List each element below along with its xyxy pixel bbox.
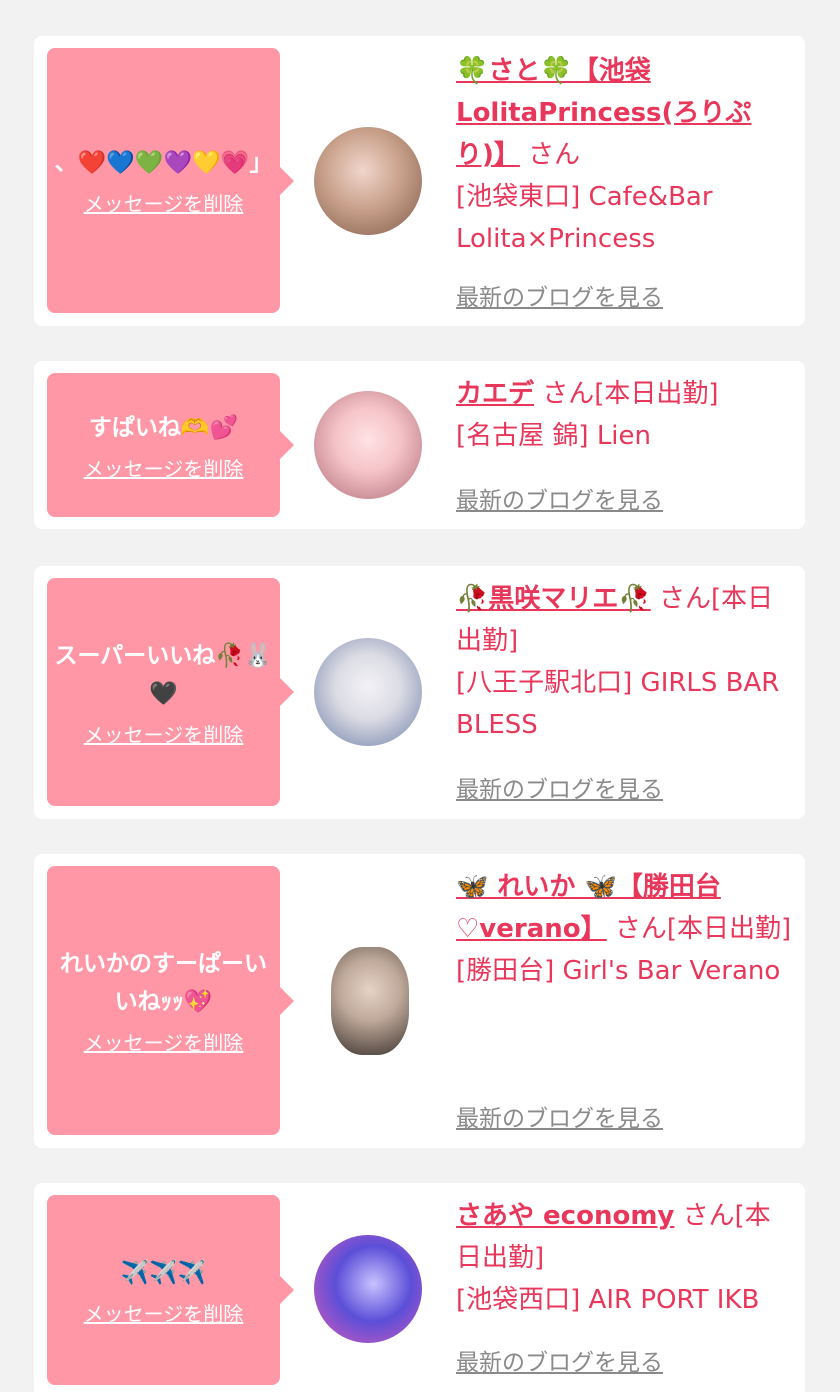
avatar[interactable] [314,638,422,746]
message-bubble: スーパーいいね🥀🐰🖤 メッセージを削除 [47,578,294,806]
message-text: れいかのすーぱーいいねｯｯ💖 [60,951,267,1015]
message-text: すぱいね🫶💕 [88,414,239,441]
profile-info: さあや economy さん[本日出勤] [池袋西口] AIR PORT IKB [456,1195,796,1321]
message-card: 、❤️💙💚💜💛💗」 メッセージを削除 🍀さと🍀【池袋LolitaPrincess… [34,36,805,326]
delete-message-link[interactable]: メッセージを削除 [84,188,244,217]
latest-blog-link[interactable]: 最新のブログを見る [456,770,663,804]
shop-info: [名古屋 錦] Lien [456,421,652,451]
message-bubble: すぱいね🫶💕 メッセージを削除 [47,373,294,517]
shop-info: [勝田台] Girl's Bar Verano [456,956,781,986]
profile-info: 🍀さと🍀【池袋LolitaPrincess(ろりぷり)】 さん [池袋東口] C… [456,50,796,260]
profile-name-link[interactable]: 🥀黒咲マリエ🥀 [456,584,651,614]
message-card: れいかのすーぱーいいねｯｯ💖 メッセージを削除 🦋 れいか 🦋【勝田台♡vera… [34,854,805,1148]
profile-info: カエデ さん[本日出勤] [名古屋 錦] Lien [456,373,796,457]
avatar[interactable] [314,127,422,235]
latest-blog-link[interactable]: 最新のブログを見る [456,278,663,312]
delete-message-link[interactable]: メッセージを削除 [84,1298,244,1327]
shop-info: [八王子駅北口] GIRLS BAR BLESS [456,668,780,740]
message-text: スーパーいいね🥀🐰🖤 [54,642,273,707]
message-card: スーパーいいね🥀🐰🖤 メッセージを削除 🥀黒咲マリエ🥀 さん[本日出勤] [八王… [34,566,805,819]
avatar[interactable] [314,1235,422,1343]
latest-blog-link[interactable]: 最新のブログを見る [456,481,663,515]
latest-blog-link[interactable]: 最新のブログを見る [456,1099,663,1133]
avatar[interactable] [314,391,422,499]
avatar[interactable] [331,947,409,1055]
message-card: すぱいね🫶💕 メッセージを削除 カエデ さん[本日出勤] [名古屋 錦] Lie… [34,361,805,529]
latest-blog-link[interactable]: 最新のブログを見る [456,1343,663,1377]
message-bubble: れいかのすーぱーいいねｯｯ💖 メッセージを削除 [47,866,294,1135]
profile-info: 🦋 れいか 🦋【勝田台♡verano】 さん[本日出勤] [勝田台] Girl'… [456,866,796,992]
profile-name-link[interactable]: さあや economy [456,1201,674,1231]
message-list: 、❤️💙💚💜💛💗」 メッセージを削除 🍀さと🍀【池袋LolitaPrincess… [0,0,840,1392]
profile-info: 🥀黒咲マリエ🥀 さん[本日出勤] [八王子駅北口] GIRLS BAR BLES… [456,578,796,746]
shop-info: [池袋西口] AIR PORT IKB [456,1285,760,1315]
message-text: 、❤️💙💚💜💛💗」 [54,150,273,176]
name-suffix: さん[本日出勤] [614,914,792,944]
name-suffix: さん[本日出勤] [542,379,719,409]
delete-message-link[interactable]: メッセージを削除 [84,719,244,748]
delete-message-link[interactable]: メッセージを削除 [84,453,244,482]
profile-name-link[interactable]: カエデ [456,379,534,409]
message-bubble: 、❤️💙💚💜💛💗」 メッセージを削除 [47,48,294,313]
profile-name-link[interactable]: 🍀さと🍀【池袋LolitaPrincess(ろりぷり)】 [456,56,751,170]
message-card: ✈️✈️✈️ メッセージを削除 さあや economy さん[本日出勤] [池袋… [34,1183,805,1392]
delete-message-link[interactable]: メッセージを削除 [84,1027,244,1056]
message-text: ✈️✈️✈️ [120,1259,207,1286]
message-bubble: ✈️✈️✈️ メッセージを削除 [47,1195,294,1385]
shop-info: [池袋東口] Cafe&Bar Lolita×Princess [456,182,713,254]
name-suffix: さん [528,140,581,170]
